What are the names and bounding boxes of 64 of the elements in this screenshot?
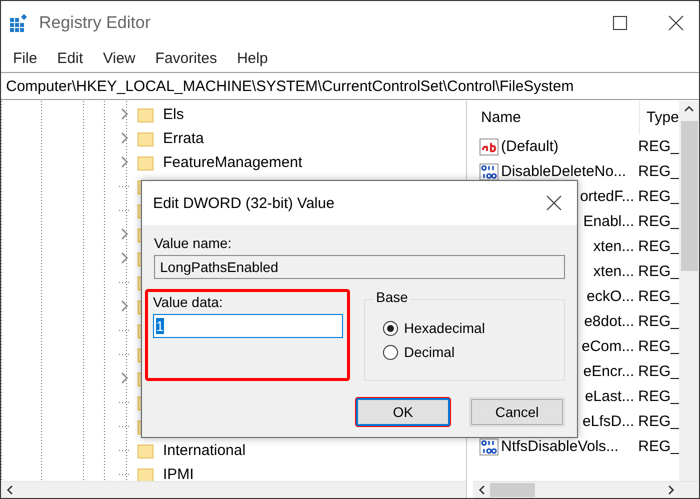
value-type: REG_ <box>637 163 679 180</box>
value-name[interactable]: eckO... <box>586 288 634 305</box>
menu-item[interactable]: Edit <box>47 50 94 66</box>
tree-item[interactable]: FeatureManagement <box>160 152 306 172</box>
value-type: REG_ <box>637 313 679 330</box>
radio-button[interactable] <box>383 344 398 360</box>
registry-icon <box>9 13 29 33</box>
value-name[interactable]: e8dot... <box>584 313 634 330</box>
scrollbar-thumb[interactable] <box>490 483 535 497</box>
radio-option[interactable]: Decimal <box>383 344 564 360</box>
group-label: Base <box>373 289 411 305</box>
column-header[interactable]: Type <box>640 109 679 126</box>
value-name[interactable]: eCom... <box>582 338 634 355</box>
value-name[interactable]: eLfsD... <box>582 413 634 430</box>
value-type: REG_ <box>637 188 679 205</box>
window-title: Registry Editor <box>39 13 152 33</box>
field-label: Value name: <box>154 235 233 251</box>
value-type: REG_ <box>637 288 679 305</box>
value-type: REG_ <box>637 138 679 155</box>
menu-item[interactable]: File <box>3 50 48 66</box>
field-label: Value data: <box>153 294 224 310</box>
radio-option[interactable]: Hexadecimal <box>383 320 564 336</box>
string-value-icon <box>479 138 499 156</box>
expand-icon[interactable] <box>121 108 129 120</box>
value-name[interactable]: ortedF... <box>580 188 634 205</box>
expand-icon[interactable] <box>121 228 129 240</box>
value-name[interactable]: DisableDeleteNo... <box>501 163 626 180</box>
value-name[interactable]: xten... <box>593 263 634 280</box>
value-type: REG_ <box>637 263 679 280</box>
dialog-button[interactable]: Cancel <box>469 397 565 427</box>
value-data-field[interactable]: 1 <box>153 314 343 338</box>
value-name[interactable]: eLast... <box>584 388 634 405</box>
value-name[interactable]: xten... <box>593 238 634 255</box>
value-type: REG_ <box>637 363 679 380</box>
binary-value-icon <box>479 438 499 456</box>
value-name[interactable]: (Default) <box>501 138 559 155</box>
value-type: REG_ <box>637 438 679 455</box>
expand-icon[interactable] <box>121 252 129 264</box>
value-name[interactable]: Enabl... <box>583 213 634 230</box>
expand-icon[interactable] <box>121 132 129 144</box>
dialog-title: Edit DWORD (32-bit) Value <box>153 194 336 212</box>
value-type: REG_ <box>637 338 679 355</box>
tree-item[interactable]: IPMI <box>160 464 197 481</box>
address-bar[interactable]: Computer\HKEY_LOCAL_MACHINE\SYSTEM\CurrentControlSet\Control\FileSystem <box>1 72 699 100</box>
scrollbar-thumb[interactable] <box>680 121 698 271</box>
tree-item[interactable]: Els <box>160 104 187 124</box>
tree-item[interactable]: Errata <box>160 128 207 148</box>
menu-item[interactable]: View <box>93 50 146 66</box>
value-name[interactable]: NtfsDisableVols... <box>501 438 619 455</box>
expand-icon[interactable] <box>121 156 129 168</box>
expand-icon[interactable] <box>121 372 129 384</box>
value-name[interactable]: eEncr... <box>583 363 634 380</box>
expand-icon[interactable] <box>121 300 129 312</box>
value-type: REG_ <box>637 238 679 255</box>
tree-item[interactable]: International <box>160 440 249 460</box>
column-header[interactable]: Name <box>473 101 640 134</box>
value-name-field[interactable]: LongPathsEnabled <box>154 255 565 279</box>
value-type: REG_ <box>637 388 679 405</box>
dialog-button[interactable]: OK <box>355 397 451 427</box>
value-type: REG_ <box>637 413 679 430</box>
menu-item[interactable]: Favorites <box>145 50 227 66</box>
value-type: REG_ <box>637 213 679 230</box>
radio-button[interactable] <box>383 320 398 336</box>
menu-item[interactable]: Help <box>226 50 278 66</box>
